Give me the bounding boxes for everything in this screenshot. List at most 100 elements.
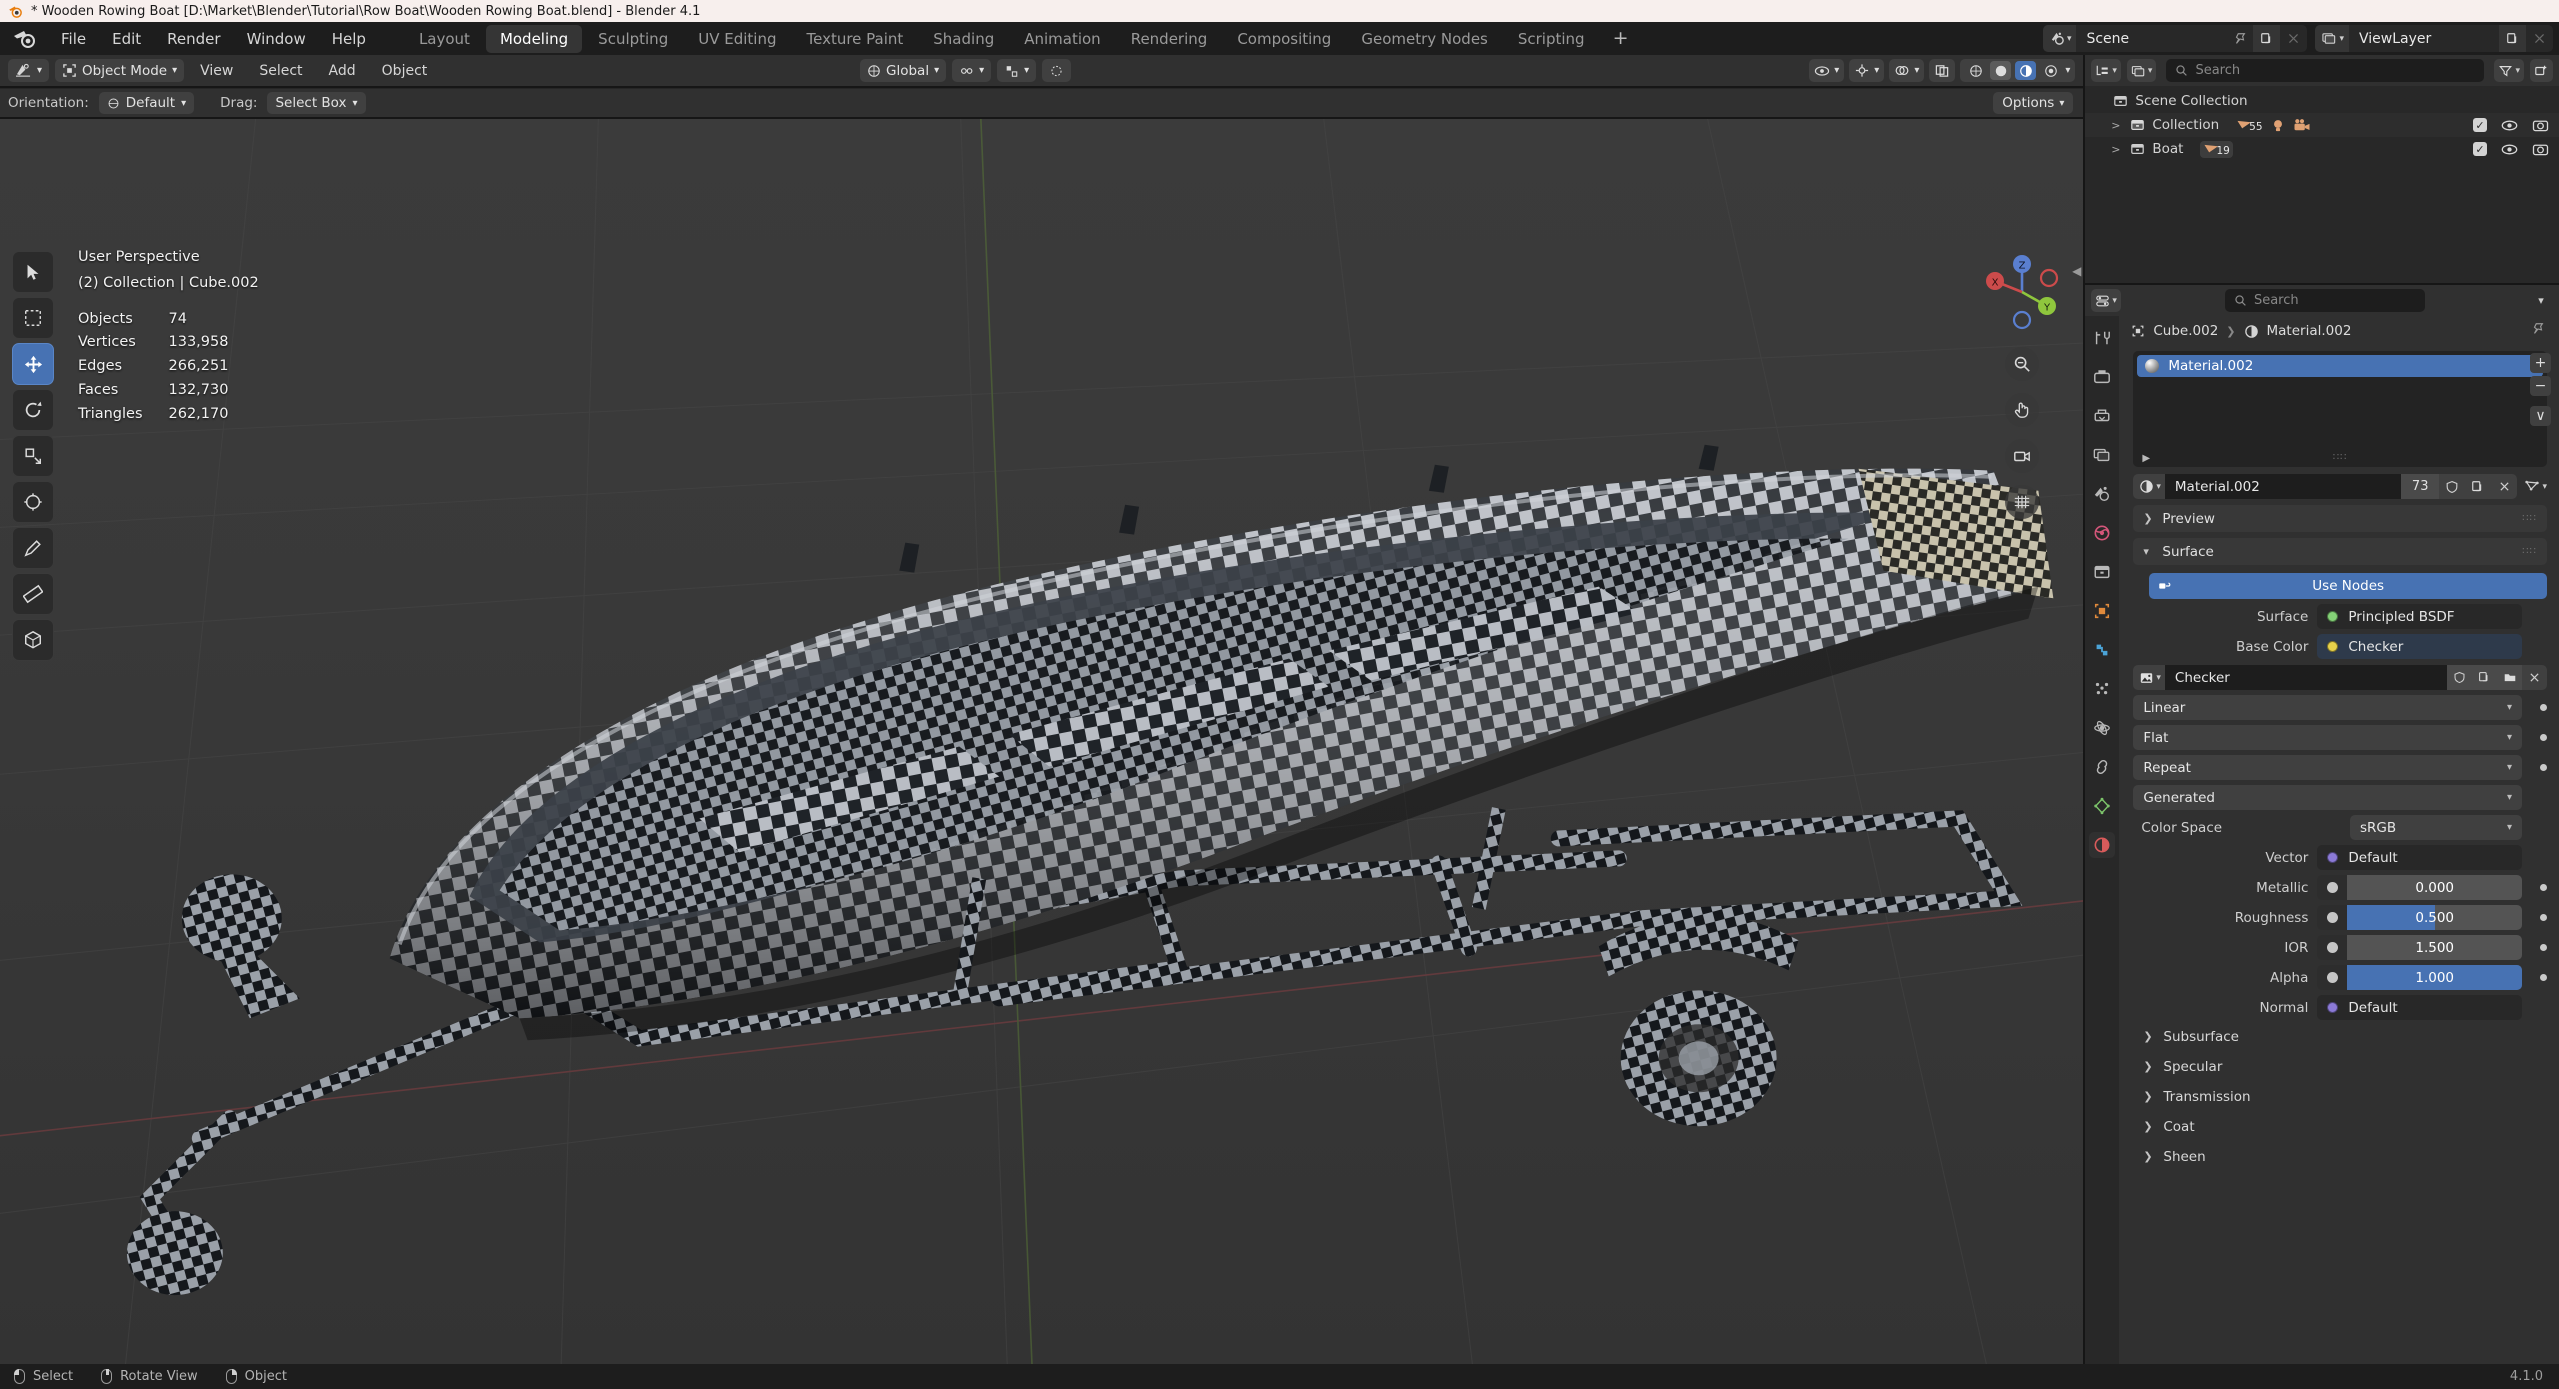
properties-options-chevron[interactable]: ▾	[2529, 294, 2553, 307]
animate-property-dot[interactable]	[2540, 764, 2547, 771]
subpanel-specular[interactable]: ❯ Specular	[2133, 1053, 2547, 1080]
outliner-row-boat[interactable]: > Boat 19	[2085, 137, 2559, 161]
checkbox-enable-collection[interactable]: ✓	[2473, 118, 2487, 132]
texture-open-folder-icon[interactable]	[2497, 665, 2522, 690]
viewlayer-selector[interactable]: ▾ ViewLayer	[2315, 25, 2553, 52]
shading-mode-group[interactable]: ▾	[1960, 59, 2075, 82]
scene-selector[interactable]: ▾ Scene	[2043, 25, 2308, 52]
ior-socket-icon[interactable]	[2317, 935, 2347, 960]
menu-help[interactable]: Help	[319, 26, 379, 52]
toggle-orthographic-icon[interactable]	[2005, 485, 2039, 519]
add-material-slot-button[interactable]: +	[2530, 353, 2551, 373]
workspace-tab-compositing[interactable]: Compositing	[1223, 25, 1345, 53]
tool-select-box[interactable]	[12, 297, 54, 339]
workspace-tab-uv-editing[interactable]: UV Editing	[684, 25, 790, 53]
material-list-resize-grip[interactable]: ∷∷	[2133, 452, 2547, 463]
shading-wireframe-icon[interactable]	[1965, 61, 1986, 80]
texture-name-field[interactable]: Checker	[2165, 665, 2447, 690]
slider-metallic[interactable]: 0.000	[2347, 875, 2522, 900]
outliner-editor-type-selector[interactable]: ▾	[2091, 59, 2121, 82]
shading-solid-icon[interactable]	[1990, 61, 2011, 80]
viewport-canvas[interactable]: User Perspective (2) Collection | Cube.0…	[0, 119, 2083, 1364]
tool-scale[interactable]	[12, 435, 54, 477]
zoom-view-icon[interactable]	[2005, 347, 2039, 381]
transform-orientation-selector[interactable]: Global ▾	[860, 59, 946, 82]
remove-material-slot-button[interactable]: −	[2530, 376, 2551, 396]
animate-property-dot[interactable]	[2540, 914, 2547, 921]
outliner-row-scene-collection[interactable]: Scene Collection	[2085, 89, 2559, 113]
properties-tab-constraints[interactable]	[2089, 754, 2115, 780]
material-unlink-icon[interactable]	[2491, 474, 2517, 499]
workspace-tab-shading[interactable]: Shading	[919, 25, 1008, 53]
outliner-search-input[interactable]: Search	[2166, 59, 2484, 82]
new-viewlayer-icon[interactable]	[2499, 25, 2526, 52]
viewport-sidebar-toggle[interactable]: ◀	[2072, 264, 2081, 278]
properties-tab-render[interactable]	[2089, 364, 2115, 390]
outliner-row-collection[interactable]: > Collection 55	[2085, 113, 2559, 137]
menu-file[interactable]: File	[48, 26, 99, 52]
shading-material-preview-icon[interactable]	[2015, 61, 2036, 80]
material-browse-icon[interactable]: ▾	[2133, 474, 2165, 499]
outliner-expand-arrow[interactable]: >	[2108, 143, 2123, 156]
properties-tab-data[interactable]	[2089, 793, 2115, 819]
overlays-toggle-button[interactable]: ▾	[1889, 59, 1924, 82]
camera-render-icon[interactable]	[2532, 142, 2549, 156]
animate-property-dot[interactable]	[2540, 944, 2547, 951]
eye-icon[interactable]	[2501, 143, 2518, 156]
texture-unlink-icon[interactable]	[2522, 665, 2547, 690]
menu-edit[interactable]: Edit	[99, 26, 154, 52]
tool-add-cube[interactable]	[12, 619, 54, 661]
select-interpolation[interactable]: Linear ▾	[2133, 695, 2522, 720]
new-scene-icon[interactable]	[2253, 25, 2280, 52]
tool-move[interactable]	[12, 343, 54, 385]
field-vector[interactable]: Default	[2317, 845, 2522, 870]
field-surface-shader[interactable]: Principled BSDF	[2317, 604, 2522, 629]
tool-measure[interactable]	[12, 573, 54, 615]
properties-tab-object[interactable]	[2089, 598, 2115, 624]
slider-roughness[interactable]: 0.500	[2347, 905, 2522, 930]
interaction-mode-selector[interactable]: Object Mode ▾	[55, 59, 184, 82]
subpanel-subsurface[interactable]: ❯ Subsurface	[2133, 1023, 2547, 1050]
xray-toggle-button[interactable]	[1929, 59, 1955, 82]
workspace-tab-scripting[interactable]: Scripting	[1504, 25, 1599, 53]
checkbox-enable-boat[interactable]: ✓	[2473, 142, 2487, 156]
editor-type-selector[interactable]: ▾	[8, 59, 49, 82]
material-display-mode-selector[interactable]: ▾	[2524, 479, 2547, 494]
properties-tab-particles[interactable]	[2089, 676, 2115, 702]
select-projection[interactable]: Flat ▾	[2133, 725, 2522, 750]
workspace-tab-animation[interactable]: Animation	[1010, 25, 1114, 53]
pan-view-icon[interactable]	[2005, 393, 2039, 427]
select-extension[interactable]: Repeat ▾	[2133, 755, 2522, 780]
slider-ior[interactable]: 1.500	[2347, 935, 2522, 960]
viewport-menu-select[interactable]: Select	[249, 61, 312, 81]
viewport-options-button[interactable]: Options ▾	[1993, 92, 2073, 114]
properties-tab-material[interactable]	[2089, 832, 2115, 858]
field-normal[interactable]: Default	[2317, 995, 2522, 1020]
texture-fake-user-icon[interactable]	[2447, 665, 2472, 690]
tool-transform[interactable]	[12, 481, 54, 523]
orientation-dropdown[interactable]: Default ▾	[99, 92, 194, 114]
image-browse-icon[interactable]: ▾	[2133, 665, 2165, 690]
workspace-tab-sculpting[interactable]: Sculpting	[584, 25, 682, 53]
viewlayer-name-field[interactable]: ViewLayer	[2349, 25, 2499, 52]
subpanel-transmission[interactable]: ❯ Transmission	[2133, 1083, 2547, 1110]
tool-tweak[interactable]	[12, 251, 54, 293]
material-users-count[interactable]: 73	[2401, 474, 2440, 499]
select-color-space[interactable]: sRGB ▾	[2350, 815, 2522, 840]
material-name-field[interactable]: Material.002	[2165, 474, 2401, 499]
alpha-socket-icon[interactable]	[2317, 965, 2347, 990]
eye-icon[interactable]	[2501, 119, 2518, 132]
camera-render-icon[interactable]	[2532, 118, 2549, 132]
visibility-filter-button[interactable]: ▾	[1809, 59, 1844, 82]
select-source[interactable]: Generated ▾	[2133, 785, 2522, 810]
viewport-menu-add[interactable]: Add	[319, 61, 366, 81]
menu-render[interactable]: Render	[154, 26, 233, 52]
viewport-menu-object[interactable]: Object	[372, 61, 438, 81]
workspace-tab-texture-paint[interactable]: Texture Paint	[792, 25, 917, 53]
properties-tab-modifier[interactable]	[2089, 637, 2115, 663]
add-workspace-button[interactable]: +	[1601, 29, 1641, 48]
scene-icon[interactable]: ▾	[2043, 25, 2077, 52]
workspace-tab-geometry-nodes[interactable]: Geometry Nodes	[1347, 25, 1502, 53]
proportional-edit-toggle[interactable]	[1042, 59, 1071, 82]
workspace-tab-layout[interactable]: Layout	[405, 25, 484, 53]
